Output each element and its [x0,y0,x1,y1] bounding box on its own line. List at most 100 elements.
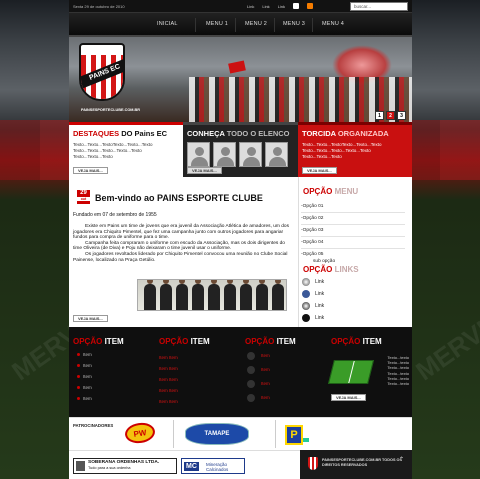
feature-torcida: TORCIDA ORGANIZADA Texto...Texto...Texto… [298,122,412,177]
chevron-up-icon[interactable]: ⌃ [399,456,404,463]
sidebar-menu-title: OPÇÃO MENU [303,187,359,196]
article-body: Existe em Pains um time de jovens que er… [73,224,295,263]
player-avatar[interactable] [265,142,288,167]
rss-icon[interactable] [307,3,314,9]
ball-icon [302,302,310,310]
feature-title: TORCIDA ORGANIZADA [302,129,389,138]
main-article: 29 out Bem-vindo ao PAINS ESPORTE CLUBE F… [69,177,298,327]
sidebar-option[interactable]: -Opção 02 [301,216,323,221]
sponsor-logo-p[interactable]: P [285,425,303,445]
footer-item[interactable]: Item Item [159,355,178,360]
feature-title: DESTAQUES DO Pains EC [73,129,168,138]
sidebar-suboption[interactable]: sub opção [313,259,335,264]
link-icon [302,314,310,322]
footer-icon [247,352,255,360]
veja-mais-button[interactable]: VEJA MAIS... [331,394,366,401]
footer-col-title: OPÇÃO ITEM [73,337,124,346]
ball-icon [302,278,310,286]
feature-destaques: DESTAQUES DO Pains EC Texto...Texto...Te… [69,122,183,177]
footer-item[interactable]: Item [261,353,270,358]
veja-mais-button[interactable]: VEJA MAIS... [73,167,108,174]
banner-pager: 1 2 3 [375,111,406,120]
footer-col-title: OPÇÃO ITEM [331,337,382,346]
footer-item[interactable]: Item [261,381,270,386]
footer-bottom: PAINSESPORTECLUBE.COM.BR TODOS OS DIREIT… [300,450,412,479]
player-avatar[interactable] [239,142,262,167]
footer-item[interactable]: Item [83,396,92,401]
sponsor-logo-accent [303,438,309,442]
top-link[interactable]: Link [247,4,254,9]
top-link[interactable]: Link [278,4,285,9]
feature-text: Texto...Texto...TextoTexto...Texto...Tex… [302,142,382,159]
founded-line: Fundado em 07 de setembro de 1955 [73,212,157,218]
footer-item[interactable]: Item [261,395,270,400]
top-link[interactable]: Link [262,4,269,9]
nav-inicial[interactable]: INICIAL [157,21,178,27]
watermark: MERVIC [410,303,480,387]
footer-item[interactable]: Item Item [159,377,178,382]
nav-divider [195,18,196,32]
flag [228,60,246,74]
footer-item[interactable]: Item [83,385,92,390]
nav-menu-4[interactable]: MENU 4 [322,21,344,27]
sidebar-option[interactable]: -Opção 01 [301,204,323,209]
player-avatar[interactable] [213,142,236,167]
team-photo [137,279,287,311]
nav-divider [312,18,313,32]
nav-divider [274,18,275,32]
top-bar: Sexta 29 de outubro de 2010 Link Link Li… [69,0,412,13]
pager-1[interactable]: 1 [375,111,384,120]
footer-icon [247,380,255,388]
nav-menu-3[interactable]: MENU 3 [283,21,305,27]
player-thumbnails [187,142,288,167]
footer-icon [247,366,255,374]
footer-item[interactable]: Item [261,367,270,372]
search-input[interactable]: buscar... [350,2,408,11]
club-crest-logo[interactable]: PAINS EC [79,43,125,101]
soccer-field-icon [328,360,374,384]
pager-2[interactable]: 2 [386,111,395,120]
sidebar-links-title: OPÇÃO LINKS [303,265,359,274]
sponsor-logo-tamape[interactable]: TAMAPE [185,423,249,445]
feature-title: CONHEÇA TODO O ELENCO [187,129,290,138]
sidebar-link[interactable]: Link [315,291,324,297]
divider [275,420,276,448]
footer-item[interactable]: Item Item [159,388,178,393]
feature-elenco: CONHEÇA TODO O ELENCO VEJA MAIS... [183,122,298,177]
paragraph: Os jogadores revoltados liderado por Chi… [73,251,288,263]
paragraph: Existe em Pains um time de jovens que er… [73,224,289,241]
sidebar-option[interactable]: -Opção 03 [301,228,323,233]
nav-divider [235,18,236,32]
sidebar-link[interactable]: Link [315,279,324,285]
footer-columns: OPÇÃO ITEM Item Item Item Item Item OPÇÃ… [69,327,412,417]
veja-mais-button[interactable]: VEJA MAIS... [302,167,337,174]
veja-mais-button[interactable]: VEJA MAIS... [73,315,108,322]
current-date: Sexta 29 de outubro de 2010 [73,4,125,9]
pager-3[interactable]: 3 [397,111,406,120]
page-container: Sexta 29 de outubro de 2010 Link Link Li… [69,0,412,479]
footer-item[interactable]: Item Item [159,399,178,404]
nav-menu-1[interactable]: MENU 1 [206,21,228,27]
sponsor-logo-pw[interactable]: PW [123,421,157,445]
home-icon[interactable] [293,3,300,9]
facebook-icon [302,290,310,298]
article-title[interactable]: Bem-vindo ao PAINS ESPORTE CLUBE [95,193,263,203]
divider [301,248,405,249]
footer-item[interactable]: Item [83,352,92,357]
veja-mais-button[interactable]: VEJA MAIS... [187,167,222,174]
sidebar-option[interactable]: -Opção 04 [301,240,323,245]
top-links: Link Link Link [247,3,314,9]
sidebar-link[interactable]: Link [315,303,324,309]
sidebar-option[interactable]: -Opção 05 [301,252,323,257]
sponsor-logo-soberana[interactable]: SOBERANA ORDENHAS LTDA. Tudo para a sua o… [73,458,177,474]
hero-banner: PAINS EC PAINSESPORTECLUBE.COM.BR 1 2 3 [69,37,412,122]
player-avatar[interactable] [187,142,210,167]
footer-item[interactable]: Item [83,363,92,368]
divider [173,420,174,448]
footer-item[interactable]: Item Item [159,366,178,371]
nav-menu-2[interactable]: MENU 2 [245,21,267,27]
footer-item[interactable]: Item [83,374,92,379]
footer-col-title: OPÇÃO ITEM [159,337,210,346]
sidebar-link[interactable]: Link [315,315,324,321]
sponsor-logo-mc[interactable]: MC Mineração Calcinados [181,458,245,474]
